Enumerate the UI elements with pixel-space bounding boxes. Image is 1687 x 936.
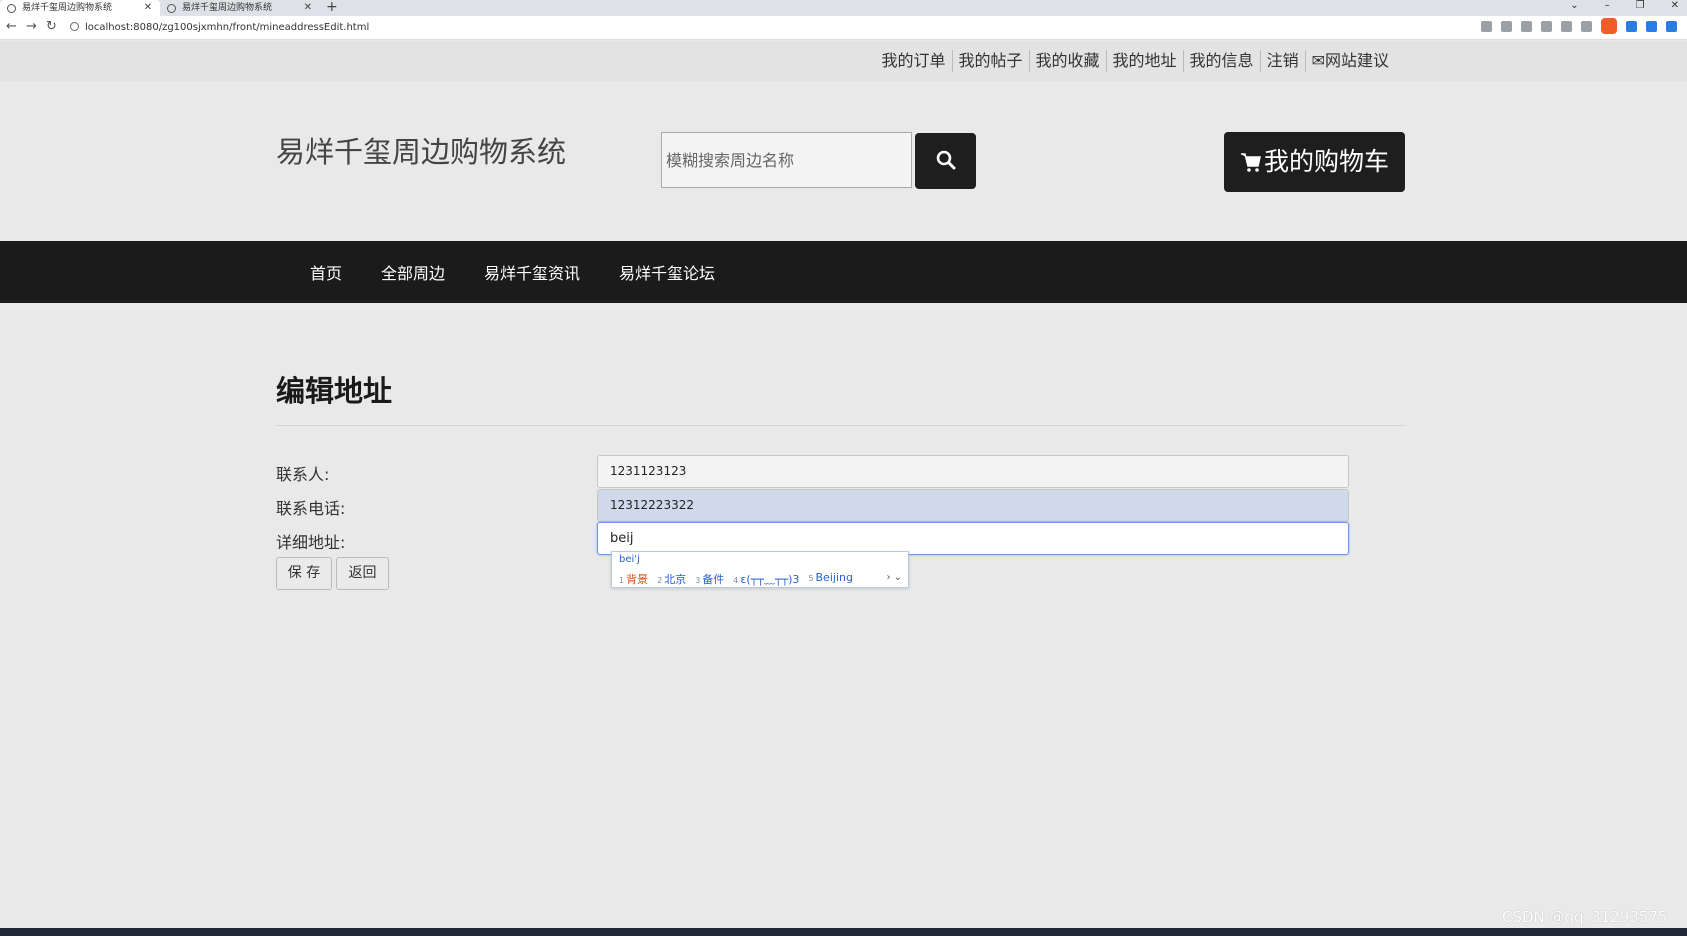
globe-icon bbox=[7, 4, 16, 13]
browser-tab-bar: 易烊千玺周边购物系统 ✕ 易烊千玺周边购物系统 ✕ + ⌄ – ❐ ✕ bbox=[0, 0, 1687, 16]
link-my-favorites[interactable]: 我的收藏 bbox=[1028, 50, 1106, 72]
address-bar[interactable]: localhost:8080/zg100sjxmhn/front/mineadd… bbox=[70, 19, 1410, 37]
cart-label: 我的购物车 bbox=[1264, 147, 1390, 176]
new-tab-icon[interactable]: + bbox=[326, 0, 338, 15]
link-my-addresses[interactable]: 我的地址 bbox=[1105, 50, 1183, 72]
browser-tab-2[interactable]: 易烊千玺周边购物系统 ✕ bbox=[160, 0, 320, 16]
share-icon[interactable] bbox=[1501, 21, 1512, 32]
divider bbox=[276, 425, 1405, 426]
ime-more-icon[interactable]: › ⌄ bbox=[886, 572, 902, 583]
browser-tab-1[interactable]: 易烊千玺周边购物系统 ✕ bbox=[0, 0, 160, 16]
taskbar bbox=[0, 928, 1687, 936]
tab-title: 易烊千玺周边购物系统 bbox=[182, 3, 273, 13]
extension-icon[interactable] bbox=[1541, 21, 1552, 32]
save-button[interactable]: 保 存 bbox=[276, 557, 332, 590]
cart-icon bbox=[1241, 153, 1261, 172]
restore-icon[interactable]: ❐ bbox=[1636, 0, 1645, 16]
globe-icon bbox=[167, 4, 176, 13]
nav-news[interactable]: 易烊千玺资讯 bbox=[484, 260, 580, 284]
camera-icon[interactable] bbox=[1561, 21, 1572, 32]
main-nav: 首页 全部周边 易烊千玺资讯 易烊千玺论坛 bbox=[0, 241, 1687, 303]
zoom-icon[interactable] bbox=[1481, 21, 1492, 32]
star-icon[interactable] bbox=[1521, 21, 1532, 32]
ime-candidate-popup: bei'j 1 背景 2 北京 3 备件 4 ε(┬┬﹏┬┬)3 5 Beijing › … bbox=[611, 551, 909, 588]
link-my-posts[interactable]: 我的帖子 bbox=[951, 50, 1029, 72]
site-header: 易烊千玺周边购物系统 我的购物车 bbox=[0, 81, 1687, 241]
nav-all-products[interactable]: 全部周边 bbox=[381, 260, 445, 284]
ime-pinyin: bei'j bbox=[619, 554, 640, 565]
window-controls: ⌄ – ❐ ✕ bbox=[1570, 0, 1679, 16]
ime-candidate[interactable]: 4 ε(┬┬﹏┬┬)3 bbox=[733, 571, 799, 587]
forward-arrow-icon[interactable]: → bbox=[26, 19, 37, 34]
close-icon[interactable]: ✕ bbox=[144, 0, 152, 16]
sogou-ime-icon[interactable] bbox=[1601, 18, 1617, 34]
url-text: localhost:8080/zg100sjxmhn/front/mineadd… bbox=[85, 22, 370, 33]
ime-candidate[interactable]: 2 北京 bbox=[657, 571, 686, 587]
info-icon[interactable] bbox=[70, 22, 79, 31]
close-icon[interactable]: ✕ bbox=[304, 0, 312, 16]
browser-toolbar: ← → ↻ localhost:8080/zg100sjxmhn/front/m… bbox=[0, 16, 1687, 40]
ime-candidate-list: 1 背景 2 北京 3 备件 4 ε(┬┬﹏┬┬)3 5 Beijing bbox=[619, 571, 853, 587]
minimize-icon[interactable]: – bbox=[1605, 0, 1610, 16]
search-button[interactable] bbox=[915, 133, 976, 189]
nav-home[interactable]: 首页 bbox=[310, 260, 342, 284]
link-logout[interactable]: 注销 bbox=[1259, 50, 1305, 72]
cart-button[interactable]: 我的购物车 bbox=[1224, 132, 1405, 192]
watermark: CSDN @qq_31293575 bbox=[1502, 908, 1668, 926]
page-title: 编辑地址 bbox=[276, 374, 393, 408]
ime-toolbar-icon[interactable] bbox=[1666, 21, 1677, 32]
extension-icons bbox=[1481, 18, 1677, 34]
ime-candidate[interactable]: 1 背景 bbox=[619, 571, 648, 587]
phone-field[interactable]: 12312223322 bbox=[597, 489, 1349, 522]
phone-label: 联系电话: bbox=[276, 499, 346, 518]
nav-forum[interactable]: 易烊千玺论坛 bbox=[619, 260, 715, 284]
user-links-bar: 我的订单 我的帖子 我的收藏 我的地址 我的信息 注销 ✉网站建议 bbox=[0, 41, 1687, 81]
search-icon bbox=[936, 150, 956, 170]
extension-icon[interactable] bbox=[1581, 21, 1592, 32]
reload-icon[interactable]: ↻ bbox=[46, 19, 57, 34]
ime-toolbar-icon[interactable] bbox=[1626, 21, 1637, 32]
ime-candidate[interactable]: 3 备件 bbox=[695, 571, 724, 587]
search-input[interactable] bbox=[661, 132, 912, 188]
ime-toolbar-icon[interactable] bbox=[1646, 21, 1657, 32]
close-window-icon[interactable]: ✕ bbox=[1671, 0, 1679, 16]
contact-field[interactable]: 1231123123 bbox=[597, 455, 1349, 488]
back-button[interactable]: 返回 bbox=[336, 557, 389, 590]
address-label: 详细地址: bbox=[276, 533, 346, 552]
site-title[interactable]: 易烊千玺周边购物系统 bbox=[276, 129, 566, 171]
link-my-orders[interactable]: 我的订单 bbox=[875, 50, 951, 72]
chevron-down-icon[interactable]: ⌄ bbox=[1570, 0, 1578, 16]
tab-title: 易烊千玺周边购物系统 bbox=[22, 3, 113, 13]
contact-label: 联系人: bbox=[276, 465, 330, 484]
back-arrow-icon[interactable]: ← bbox=[6, 19, 17, 34]
link-site-feedback[interactable]: ✉网站建议 bbox=[1304, 50, 1395, 72]
ime-candidate[interactable]: 5 Beijing bbox=[808, 571, 853, 587]
link-my-info[interactable]: 我的信息 bbox=[1182, 50, 1260, 72]
